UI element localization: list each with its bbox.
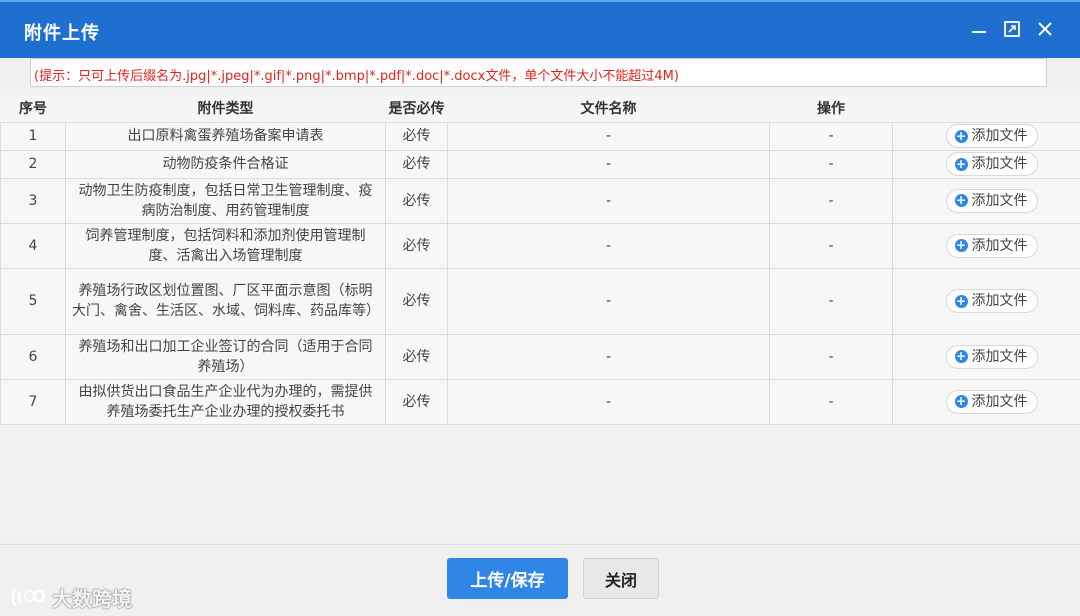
row-required: 必传 bbox=[385, 222, 448, 269]
row-index: 1 bbox=[0, 121, 66, 151]
row-button-cell: + 添加文件 bbox=[892, 121, 1080, 151]
close-button[interactable]: 关闭 bbox=[583, 558, 659, 599]
row-type: 养殖场和出口加工企业签订的合同（适用于合同养殖场） bbox=[65, 333, 386, 380]
row-button-cell: + 添加文件 bbox=[892, 333, 1080, 380]
row-button-cell: + 添加文件 bbox=[892, 177, 1080, 224]
row-type: 养殖场行政区划位置图、厂区平面示意图（标明大门、禽舍、生活区、水域、饲料库、药品… bbox=[65, 267, 386, 335]
row-index: 2 bbox=[0, 149, 66, 179]
row-button-cell: + 添加文件 bbox=[892, 267, 1080, 335]
row-type: 出口原料禽蛋养殖场备案申请表 bbox=[65, 121, 386, 151]
row-filename: - bbox=[447, 177, 770, 224]
plus-icon: + bbox=[954, 193, 968, 207]
table-row: 2 动物防疫条件合格证 必传 - - + 添加文件 bbox=[0, 149, 1080, 179]
row-action: - bbox=[769, 378, 893, 425]
row-filename: - bbox=[447, 222, 770, 269]
attachment-grid: 序号 附件类型 是否必传 文件名称 操作 1 出口原料禽蛋养殖场备案申请表 必传… bbox=[0, 95, 1080, 535]
header-blank bbox=[892, 95, 1080, 123]
table-row: 7 由拟供货出口食品生产企业代为办理的，需提供养殖场委托生产企业办理的授权委托书… bbox=[0, 378, 1080, 425]
watermark-logo-icon bbox=[11, 589, 45, 607]
add-file-label: 添加文件 bbox=[971, 348, 1028, 365]
row-index: 5 bbox=[0, 267, 66, 335]
add-file-button[interactable]: + 添加文件 bbox=[945, 124, 1038, 148]
row-filename: - bbox=[447, 333, 770, 380]
row-index: 7 bbox=[0, 378, 66, 425]
watermark: 大数跨境 bbox=[10, 583, 132, 612]
close-icon[interactable] bbox=[1032, 16, 1058, 42]
header-required: 是否必传 bbox=[385, 95, 448, 123]
add-file-button[interactable]: + 添加文件 bbox=[945, 188, 1038, 213]
add-file-label: 添加文件 bbox=[971, 237, 1028, 254]
plus-icon: + bbox=[954, 394, 968, 408]
table-row: 5 养殖场行政区划位置图、厂区平面示意图（标明大门、禽舍、生活区、水域、饲料库、… bbox=[0, 267, 1080, 335]
add-file-button[interactable]: + 添加文件 bbox=[945, 152, 1038, 176]
upload-hint: (提示：只可上传后缀名为.jpg|*.jpeg|*.gif|*.png|*.bm… bbox=[30, 58, 1047, 87]
add-file-label: 添加文件 bbox=[971, 393, 1028, 410]
dialog-titlebar: 附件上传 bbox=[0, 0, 1080, 58]
add-file-button[interactable]: + 添加文件 bbox=[945, 389, 1038, 414]
header-type: 附件类型 bbox=[65, 95, 386, 123]
row-action: - bbox=[769, 149, 893, 179]
row-action: - bbox=[769, 267, 893, 335]
table-row: 3 动物卫生防疫制度，包括日常卫生管理制度、疫病防治制度、用药管理制度 必传 -… bbox=[0, 177, 1080, 224]
row-button-cell: + 添加文件 bbox=[892, 149, 1080, 179]
add-file-button[interactable]: + 添加文件 bbox=[945, 233, 1038, 258]
row-required: 必传 bbox=[385, 121, 448, 151]
row-filename: - bbox=[447, 149, 770, 179]
row-index: 4 bbox=[0, 222, 66, 269]
minimize-icon[interactable] bbox=[966, 16, 992, 42]
add-file-button[interactable]: + 添加文件 bbox=[945, 344, 1038, 369]
row-type: 饲养管理制度，包括饲料和添加剂使用管理制度、活禽出入场管理制度 bbox=[65, 222, 386, 269]
plus-icon: + bbox=[954, 238, 968, 252]
row-type: 动物卫生防疫制度，包括日常卫生管理制度、疫病防治制度、用药管理制度 bbox=[65, 177, 386, 224]
maximize-icon[interactable] bbox=[999, 16, 1025, 42]
row-filename: - bbox=[447, 267, 770, 335]
header-filename: 文件名称 bbox=[447, 95, 770, 123]
row-button-cell: + 添加文件 bbox=[892, 378, 1080, 425]
row-required: 必传 bbox=[385, 333, 448, 380]
add-file-button[interactable]: + 添加文件 bbox=[945, 289, 1038, 313]
table-header-row: 序号 附件类型 是否必传 文件名称 操作 bbox=[0, 95, 1080, 123]
row-action: - bbox=[769, 333, 893, 380]
watermark-text: 大数跨境 bbox=[52, 587, 132, 611]
row-action: - bbox=[769, 222, 893, 269]
table-row: 1 出口原料禽蛋养殖场备案申请表 必传 - - + 添加文件 bbox=[0, 121, 1080, 151]
add-file-label: 添加文件 bbox=[971, 128, 1028, 144]
add-file-label: 添加文件 bbox=[971, 293, 1028, 309]
table-row: 4 饲养管理制度，包括饲料和添加剂使用管理制度、活禽出入场管理制度 必传 - -… bbox=[0, 222, 1080, 269]
add-file-label: 添加文件 bbox=[971, 192, 1028, 209]
plus-icon: + bbox=[954, 128, 968, 143]
row-type: 动物防疫条件合格证 bbox=[65, 149, 386, 179]
row-required: 必传 bbox=[385, 267, 448, 335]
row-filename: - bbox=[447, 378, 770, 425]
row-type: 由拟供货出口食品生产企业代为办理的，需提供养殖场委托生产企业办理的授权委托书 bbox=[65, 378, 386, 425]
dialog-title: 附件上传 bbox=[24, 23, 100, 44]
row-required: 必传 bbox=[385, 177, 448, 224]
attachment-table: 序号 附件类型 是否必传 文件名称 操作 1 出口原料禽蛋养殖场备案申请表 必传… bbox=[0, 95, 1080, 425]
row-required: 必传 bbox=[385, 378, 448, 425]
upload-save-button[interactable]: 上传/保存 bbox=[447, 558, 568, 599]
row-index: 3 bbox=[0, 177, 66, 224]
row-filename: - bbox=[447, 121, 770, 151]
row-action: - bbox=[769, 121, 893, 151]
plus-icon: + bbox=[954, 293, 968, 308]
header-index: 序号 bbox=[0, 95, 66, 123]
add-file-label: 添加文件 bbox=[971, 156, 1028, 172]
plus-icon: + bbox=[954, 349, 968, 363]
row-action: - bbox=[769, 177, 893, 224]
header-action: 操作 bbox=[769, 95, 893, 123]
row-index: 6 bbox=[0, 333, 66, 380]
footer-divider bbox=[0, 544, 1080, 545]
row-button-cell: + 添加文件 bbox=[892, 222, 1080, 269]
table-row: 6 养殖场和出口加工企业签订的合同（适用于合同养殖场） 必传 - - + 添加文件 bbox=[0, 333, 1080, 380]
plus-icon: + bbox=[954, 156, 968, 171]
row-required: 必传 bbox=[385, 149, 448, 179]
